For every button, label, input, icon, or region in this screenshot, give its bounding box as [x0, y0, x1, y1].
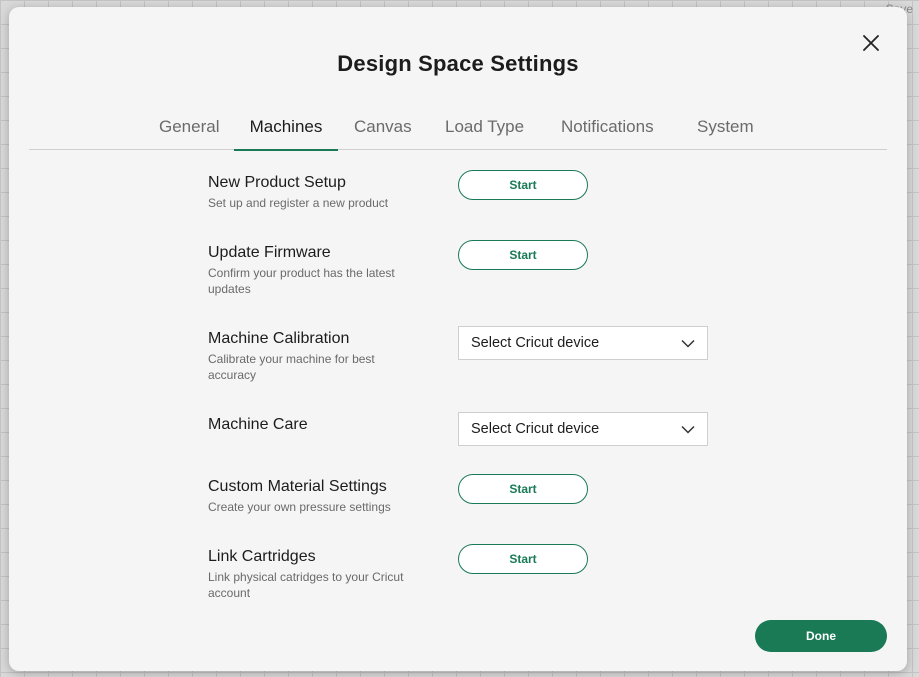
setting-custom-material-settings: Custom Material Settings Create your own… [208, 477, 468, 515]
update-firmware-start-button[interactable]: Start [458, 240, 588, 270]
setting-title: Machine Care [208, 416, 308, 433]
setting-machine-care: Machine Care [208, 415, 468, 435]
done-button[interactable]: Done [755, 620, 887, 652]
setting-description: Confirm your product has the latest upda… [208, 266, 395, 296]
setting-link-cartridges: Link Cartridges Link physical catridges … [208, 547, 468, 601]
setting-title: Machine Calibration [208, 330, 350, 347]
setting-title: Update Firmware [208, 244, 331, 261]
link-cartridges-start-button[interactable]: Start [458, 544, 588, 574]
close-icon [863, 35, 879, 51]
tab-canvas[interactable]: Canvas [354, 111, 412, 149]
tab-bar: General Machines Canvas Load Type Notifi… [29, 111, 887, 151]
dialog-title: Design Space Settings [337, 51, 579, 76]
setting-description: Link physical catridges to your Cricut a… [208, 570, 404, 600]
select-value: Select Cricut device [471, 335, 600, 351]
chevron-down-icon [681, 339, 695, 348]
custom-material-settings-start-button[interactable]: Start [458, 474, 588, 504]
setting-description: Create your own pressure settings [208, 500, 391, 514]
tab-general[interactable]: General [159, 111, 219, 149]
setting-new-product-setup: New Product Setup Set up and register a … [208, 173, 468, 211]
chevron-down-icon [681, 425, 695, 434]
setting-description: Calibrate your machine for best accuracy [208, 352, 375, 382]
tab-load-type[interactable]: Load Type [445, 111, 524, 149]
setting-description: Set up and register a new product [208, 196, 389, 210]
tab-machines[interactable]: Machines [234, 111, 338, 151]
machine-care-device-select[interactable]: Select Cricut device [458, 412, 708, 446]
tab-system[interactable]: System [697, 111, 754, 149]
setting-machine-calibration: Machine Calibration Calibrate your machi… [208, 329, 468, 383]
setting-title: Link Cartridges [208, 548, 316, 565]
machine-calibration-device-select[interactable]: Select Cricut device [458, 326, 708, 360]
new-product-setup-start-button[interactable]: Start [458, 170, 588, 200]
select-value: Select Cricut device [471, 421, 600, 437]
close-button[interactable] [859, 31, 883, 55]
setting-update-firmware: Update Firmware Confirm your product has… [208, 243, 468, 297]
settings-dialog: Design Space Settings General Machines C… [9, 7, 907, 671]
setting-title: New Product Setup [208, 174, 346, 191]
setting-title: Custom Material Settings [208, 478, 387, 495]
tab-notifications[interactable]: Notifications [561, 111, 654, 149]
